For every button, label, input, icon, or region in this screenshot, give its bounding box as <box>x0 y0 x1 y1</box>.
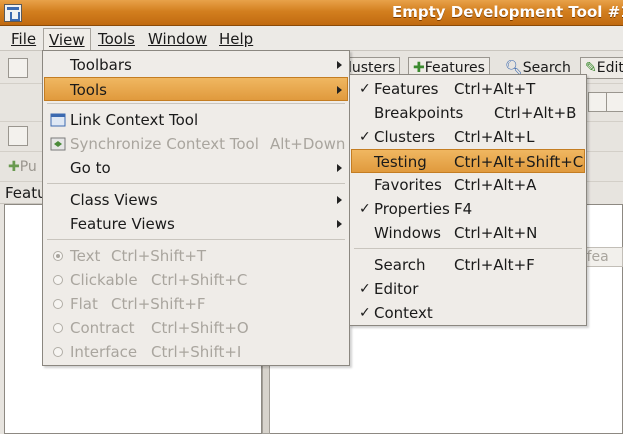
view-menu-go-to[interactable]: Go to <box>44 156 348 180</box>
view-menu-toolbars[interactable]: Toolbars <box>44 53 348 77</box>
window-menu-icon[interactable] <box>4 4 22 22</box>
submenu-arrow-icon <box>337 164 342 172</box>
radio-icon <box>53 347 63 357</box>
window-title: Empty Development Tool #1 <box>392 3 623 21</box>
tools-menu-editor[interactable]: ✓ Editor <box>351 277 585 301</box>
pull-icon: ✚ <box>8 159 20 175</box>
back-icon[interactable] <box>8 93 28 113</box>
submenu-arrow-icon <box>337 61 342 69</box>
checkmark-icon: ✓ <box>359 305 371 321</box>
menu-view[interactable]: View <box>43 28 91 50</box>
radio-icon <box>53 323 63 333</box>
tools-menu-windows[interactable]: Windows Ctrl+Alt+N <box>351 221 585 245</box>
grid-view-icon[interactable] <box>8 126 28 146</box>
tools-menu-favorites[interactable]: Favorites Ctrl+Alt+A <box>351 173 585 197</box>
view-menu-interface[interactable]: Interface Ctrl+Shift+I <box>44 340 348 364</box>
menu-tools[interactable]: Tools <box>93 28 140 50</box>
title-bar: Empty Development Tool #1 <box>0 0 623 26</box>
menu-separator <box>47 103 345 104</box>
tools-menu-context[interactable]: ✓ Context <box>351 301 585 325</box>
view-menu-class-views[interactable]: Class Views <box>44 188 348 212</box>
checkmark-icon: ✓ <box>359 81 371 97</box>
tools-menu-properties[interactable]: ✓ Properties F4 <box>351 197 585 221</box>
checkmark-icon: ✓ <box>359 281 371 297</box>
tools-menu-features[interactable]: ✓ Features Ctrl+Alt+T <box>351 77 585 101</box>
sync-context-icon <box>50 137 66 151</box>
submenu-arrow-icon <box>337 220 342 228</box>
view-menu-clickable[interactable]: Clickable Ctrl+Shift+C <box>44 268 348 292</box>
view-menu-text[interactable]: Text Ctrl+Shift+T <box>44 244 348 268</box>
tools-menu-testing[interactable]: Testing Ctrl+Alt+Shift+C <box>351 149 585 173</box>
checkmark-icon: ✓ <box>359 201 371 217</box>
edit-tool-icon[interactable] <box>588 92 608 112</box>
menu-window[interactable]: Window <box>143 28 212 50</box>
checkmark-icon: ✓ <box>359 129 371 145</box>
view-menu-feature-views[interactable]: Feature Views <box>44 212 348 236</box>
tools-submenu: ✓ Features Ctrl+Alt+T Breakpoints Ctrl+A… <box>349 74 587 326</box>
menu-help[interactable]: Help <box>214 28 258 50</box>
link-context-icon <box>50 113 66 127</box>
new-window-icon[interactable] <box>8 58 28 78</box>
menu-bar: File View Tools Window Help <box>0 26 623 51</box>
menu-file[interactable]: File <box>6 28 41 50</box>
pull-button[interactable]: ✚Pu <box>8 159 37 175</box>
submenu-arrow-icon <box>337 86 342 94</box>
view-menu: Toolbars Tools Link Context Tool Synchro… <box>42 50 350 366</box>
view-menu-synchronize-context-tool[interactable]: Synchronize Context Tool Alt+Down <box>44 132 348 156</box>
view-menu-flat[interactable]: Flat Ctrl+Shift+F <box>44 292 348 316</box>
tools-menu-clusters[interactable]: ✓ Clusters Ctrl+Alt+L <box>351 125 585 149</box>
tools-menu-breakpoints[interactable]: Breakpoints Ctrl+Alt+B <box>351 101 585 125</box>
view-menu-contract[interactable]: Contract Ctrl+Shift+O <box>44 316 348 340</box>
submenu-arrow-icon <box>337 196 342 204</box>
settings-tool-icon[interactable] <box>606 92 623 112</box>
view-menu-tools[interactable]: Tools <box>44 77 348 101</box>
radio-selected-icon <box>53 251 63 261</box>
menu-separator <box>47 239 345 240</box>
menu-separator <box>354 248 582 249</box>
tools-menu-search[interactable]: Search Ctrl+Alt+F <box>351 253 585 277</box>
radio-icon <box>53 275 63 285</box>
features-panel-header: Featu <box>0 182 47 204</box>
radio-icon <box>53 299 63 309</box>
menu-separator <box>47 183 345 184</box>
view-menu-link-context-tool[interactable]: Link Context Tool <box>44 108 348 132</box>
